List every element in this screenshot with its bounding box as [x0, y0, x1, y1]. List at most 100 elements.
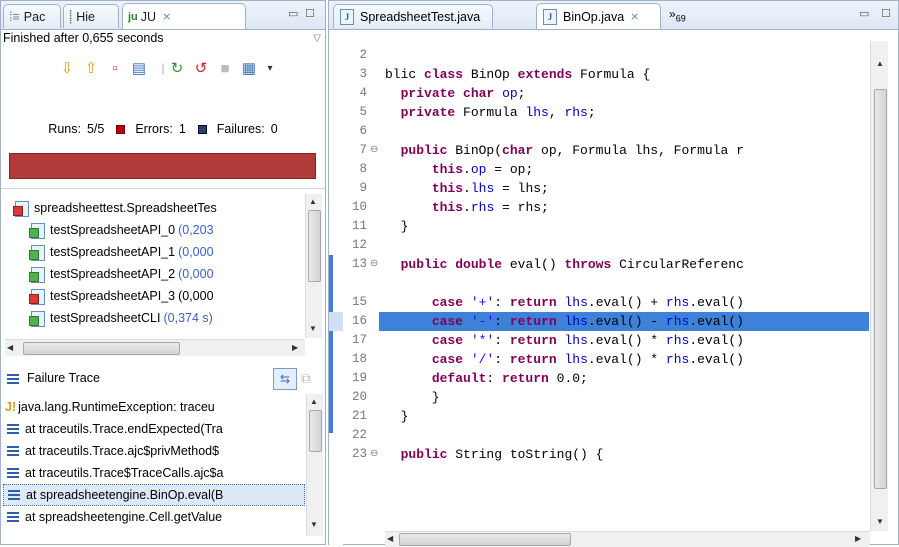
- fold-toggle-icon[interactable]: ⊖: [370, 448, 378, 459]
- scroll-right-icon[interactable]: ▶: [855, 534, 861, 543]
- history-dropdown-icon[interactable]: ▾: [260, 58, 280, 78]
- suite-row[interactable]: spreadsheettest.SpreadsheetTes: [13, 197, 217, 219]
- stack-frame-icon: [7, 424, 19, 434]
- test-time: (0,000: [178, 267, 214, 281]
- code-line[interactable]: switch(op) {: [385, 274, 526, 293]
- test-time: (0,000: [178, 245, 214, 259]
- editor-vertical-scrollbar[interactable]: ▲ ▼: [870, 41, 888, 531]
- fold-toggle-icon[interactable]: ⊖: [370, 258, 378, 269]
- trace-vertical-scrollbar[interactable]: ▲ ▼: [306, 394, 323, 536]
- code-line[interactable]: blic class BinOp extends Formula {: [385, 65, 650, 84]
- tab-label: SpreadsheetTest.java: [360, 9, 481, 24]
- previous-failure-icon[interactable]: ⇧: [81, 58, 101, 78]
- rerun-failed-icon[interactable]: ↺: [191, 58, 211, 78]
- scroll-up-icon[interactable]: ▲: [310, 397, 318, 406]
- code-line[interactable]: default: return 0.0;: [385, 369, 588, 388]
- scroll-lock-icon[interactable]: ▤: [129, 58, 149, 78]
- code-line[interactable]: case '+': return lhs.eval() + rhs.eval(): [385, 293, 744, 312]
- maximize-icon[interactable]: ☐: [305, 7, 315, 20]
- junit-view: ⁞≡ Pac ⸽ Hie ju JU ⨯ ▭ ☐ Finished after …: [0, 0, 326, 545]
- tab-hierarchy[interactable]: ⸽ Hie: [63, 4, 119, 28]
- line-number: 23: [351, 447, 367, 461]
- trace-line[interactable]: at traceutils.Trace$TraceCalls.ajc$a: [3, 462, 305, 484]
- tab-binop[interactable]: J BinOp.java ⨯: [536, 3, 661, 29]
- trace-line[interactable]: at spreadsheetengine.Cell.getValue: [3, 506, 305, 528]
- java-editor: J SpreadsheetTest.java J BinOp.java ⨯ »6…: [328, 0, 899, 547]
- junit-icon: ju: [128, 10, 138, 23]
- code-line[interactable]: }: [385, 388, 440, 407]
- line-number: 8: [359, 162, 367, 176]
- stop-icon[interactable]: ■: [215, 58, 235, 78]
- compare-icon[interactable]: ⧉: [301, 370, 311, 387]
- test-time: (0,203: [178, 223, 214, 237]
- code-line[interactable]: public String toString() {: [385, 445, 604, 464]
- test-row[interactable]: testSpreadsheetAPI_1 (0,000: [29, 241, 214, 263]
- next-failure-icon[interactable]: ⇩: [57, 58, 77, 78]
- hidden-tabs-count: 69: [675, 13, 686, 24]
- scroll-down-icon[interactable]: ▼: [309, 324, 317, 333]
- rerun-icon[interactable]: ↻: [167, 58, 187, 78]
- minimize-icon[interactable]: ▭: [859, 7, 869, 20]
- scroll-thumb[interactable]: [874, 89, 887, 489]
- code-line[interactable]: this.op = op;: [385, 160, 533, 179]
- code-line[interactable]: case '*': return lhs.eval() * rhs.eval(): [385, 331, 744, 350]
- trace-line[interactable]: J! java.lang.RuntimeException: traceu: [3, 396, 305, 418]
- code-line[interactable]: }: [385, 407, 409, 426]
- code-line[interactable]: public BinOp(char op, Formula lhs, Formu…: [385, 141, 744, 160]
- scroll-thumb[interactable]: [308, 210, 321, 282]
- scroll-thumb[interactable]: [23, 342, 180, 355]
- tab-label: Pac: [23, 9, 46, 24]
- filter-stack-icon[interactable]: ⇆: [273, 368, 297, 390]
- code-line[interactable]: this.lhs = lhs;: [385, 179, 549, 198]
- show-failures-only-icon[interactable]: ▫: [105, 58, 125, 78]
- close-icon[interactable]: ⨯: [630, 10, 639, 23]
- code-area[interactable]: blic class BinOp extends Formula { priva…: [385, 46, 869, 546]
- test-row[interactable]: testSpreadsheetCLI (0,374 s): [29, 307, 213, 329]
- divider: [1, 188, 325, 189]
- scroll-left-icon[interactable]: ◀: [387, 534, 393, 543]
- test-name: testSpreadsheetAPI_3: [50, 289, 176, 303]
- code-line[interactable]: case '-': return lhs.eval() - rhs.eval(): [385, 312, 744, 331]
- test-time: (0,374 s): [163, 311, 213, 325]
- view-menu-icon[interactable]: ▽: [313, 33, 321, 44]
- test-row[interactable]: testSpreadsheetAPI_3 (0,000: [29, 285, 214, 307]
- code-line[interactable]: case '/': return lhs.eval() * rhs.eval(): [385, 350, 744, 369]
- test-pass-icon: [29, 244, 45, 261]
- trace-line-selected[interactable]: at spreadsheetengine.BinOp.eval(B: [3, 484, 305, 506]
- code-line[interactable]: public double eval() throws CircularRefe…: [385, 255, 744, 274]
- scroll-up-icon[interactable]: ▲: [876, 59, 884, 68]
- fold-toggle-icon[interactable]: ⊖: [370, 144, 378, 155]
- tree-horizontal-scrollbar[interactable]: ◀ ▶: [5, 339, 305, 356]
- package-explorer-icon: ⁞≡: [9, 9, 20, 24]
- java-file-icon: J: [340, 8, 354, 25]
- scroll-right-icon[interactable]: ▶: [292, 343, 298, 352]
- minimize-icon[interactable]: ▭: [288, 7, 298, 20]
- scroll-left-icon[interactable]: ◀: [7, 343, 13, 352]
- scroll-up-icon[interactable]: ▲: [309, 197, 317, 206]
- history-icon[interactable]: ▦: [239, 58, 259, 78]
- tree-vertical-scrollbar[interactable]: ▲ ▼: [305, 194, 322, 338]
- test-row[interactable]: testSpreadsheetAPI_2 (0,000: [29, 263, 214, 285]
- tab-package-explorer[interactable]: ⁞≡ Pac: [3, 4, 61, 28]
- code-line[interactable]: private Formula lhs, rhs;: [385, 103, 596, 122]
- code-line[interactable]: this.rhs = rhs;: [385, 198, 549, 217]
- trace-line[interactable]: at traceutils.Trace.ajc$privMethod$: [3, 440, 305, 462]
- scroll-thumb[interactable]: [309, 410, 322, 452]
- trace-line[interactable]: at traceutils.Trace.endExpected(Tra: [3, 418, 305, 440]
- maximize-icon[interactable]: ☐: [881, 7, 891, 20]
- scroll-thumb[interactable]: [399, 533, 571, 546]
- test-name: testSpreadsheetAPI_0: [50, 223, 176, 237]
- tab-junit[interactable]: ju JU ⨯: [122, 3, 246, 29]
- test-pass-icon: [29, 266, 45, 283]
- line-number: 9: [359, 181, 367, 195]
- tab-spreadsheettest[interactable]: J SpreadsheetTest.java: [333, 4, 493, 28]
- more-tabs-button[interactable]: »69: [669, 7, 686, 23]
- close-icon[interactable]: ⨯: [162, 10, 171, 23]
- scroll-down-icon[interactable]: ▼: [310, 520, 318, 529]
- test-row[interactable]: testSpreadsheetAPI_0 (0,203: [29, 219, 214, 241]
- line-number: 6: [359, 124, 367, 138]
- code-line[interactable]: private char op;: [385, 84, 526, 103]
- code-line[interactable]: }: [385, 217, 409, 236]
- scroll-down-icon[interactable]: ▼: [876, 517, 884, 526]
- failures-label: Failures:: [216, 122, 265, 136]
